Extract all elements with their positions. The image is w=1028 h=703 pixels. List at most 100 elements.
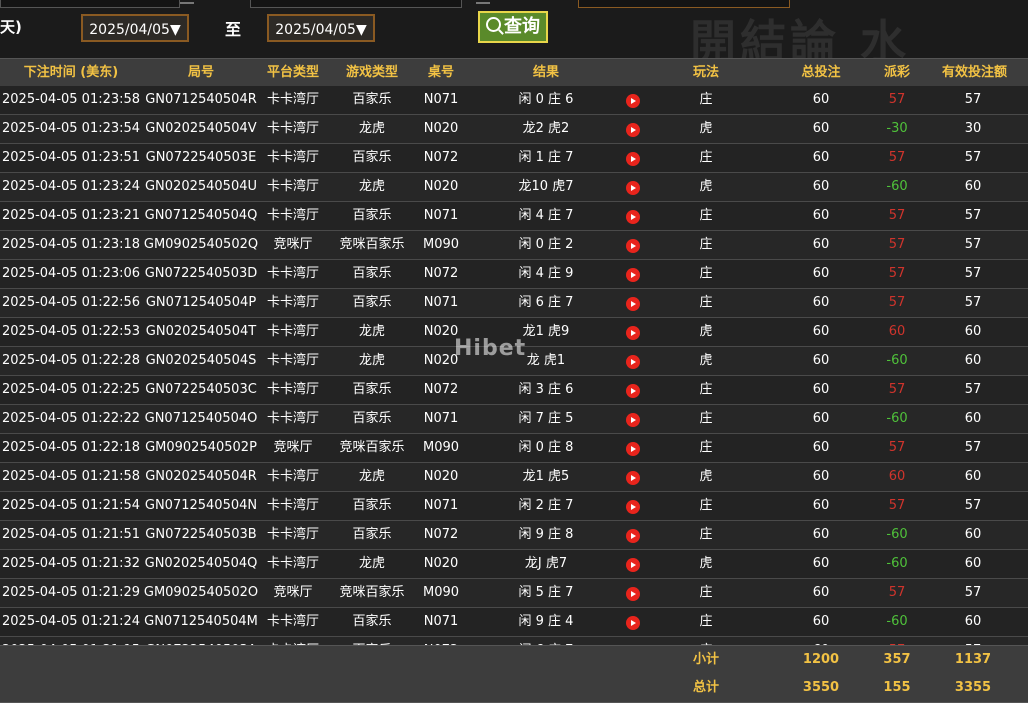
row-result: 闲 9 庄 8 [518,527,574,542]
col-header-round[interactable]: 局号 [142,59,260,87]
table-row: 2025-04-05 01:21:54 GN0712540504N 卡卡湾厅 百家乐 N… [0,492,1028,521]
col-header-platform[interactable]: 平台类型 [262,59,324,87]
row-total-bet: 60 [812,92,830,107]
row-bet-side: 庄 [699,150,713,165]
row-time: 2025-04-05 01:21:29 [2,585,141,600]
row-bet-side: 庄 [699,498,713,513]
row-payout: 57 [888,498,906,513]
row-game-type: 百家乐 [352,382,392,397]
row-platform: 卡卡湾厅 [266,556,319,571]
row-valid-bet: 30 [964,121,982,136]
row-valid-bet: 60 [964,179,982,194]
table-row: 2025-04-05 01:21:58 GN0202540504R 卡卡湾厅 龙虎 N0… [0,463,1028,492]
col-header-payout[interactable]: 派彩 [866,59,928,87]
subtotal-total: 1200 [802,652,840,667]
top-field-middle[interactable] [250,0,462,8]
play-icon [626,500,640,514]
row-result: 闲 3 庄 6 [518,382,574,397]
col-header-total[interactable]: 总投注 [790,59,852,87]
row-total-bet: 60 [812,382,830,397]
row-game-type: 龙虎 [358,324,385,339]
row-result: 闲 5 庄 7 [518,585,574,600]
row-round-id: GN0712540504M [144,614,258,629]
row-valid-bet: 57 [964,237,982,252]
row-result: 闲 6 庄 7 [518,295,574,310]
row-round-id: GN0202540504U [144,179,258,194]
row-game-type: 龙虎 [358,353,385,368]
col-header-result[interactable]: 结果 [496,59,596,87]
table-row: 2025-04-05 01:22:56 GN0712540504P 卡卡湾厅 百家乐 N… [0,289,1028,318]
row-valid-bet: 60 [964,614,982,629]
row-time: 2025-04-05 01:23:54 [2,121,141,136]
row-game-type: 百家乐 [352,266,392,281]
row-table-no: M090 [422,585,460,600]
row-total-bet: 60 [812,150,830,165]
row-table-no: N072 [423,266,459,281]
query-button[interactable]: 查询 [478,11,548,43]
row-result: 龙1 虎5 [522,469,570,484]
play-icon [626,297,640,311]
row-platform: 卡卡湾厅 [266,179,319,194]
row-table-no: N072 [423,150,459,165]
col-header-table[interactable]: 桌号 [415,59,467,87]
row-time: 2025-04-05 01:23:18 [2,237,141,252]
row-time: 2025-04-05 01:23:51 [2,150,141,165]
row-time: 2025-04-05 01:23:06 [2,266,141,281]
row-total-bet: 60 [812,324,830,339]
row-time: 2025-04-05 01:22:18 [2,440,141,455]
row-time: 2025-04-05 01:23:24 [2,179,141,194]
row-round-id: GN0202540504T [145,324,257,339]
row-payout: 57 [888,382,906,397]
play-icon [626,558,640,572]
top-field-left[interactable] [0,0,180,8]
end-date-select[interactable]: 2025/04/05▼ [267,14,375,42]
row-game-type: 竞咪百家乐 [339,585,405,600]
col-header-time[interactable]: 下注时间 (美东) [0,59,142,87]
row-valid-bet: 57 [964,150,982,165]
row-result: 闲 4 庄 9 [518,266,574,281]
row-time: 2025-04-05 01:23:58 [2,92,141,107]
play-icon [626,529,640,543]
row-valid-bet: 60 [964,556,982,571]
play-icon [626,616,640,630]
query-button-label: 查询 [504,16,540,37]
row-result: 龙10 虎7 [518,179,574,194]
row-bet-side: 虎 [699,469,713,484]
row-payout: 57 [888,92,906,107]
col-header-valid[interactable]: 有效投注额 [942,59,1007,87]
table-row: 2025-04-05 01:23:21 GN0712540504Q 卡卡湾厅 百家乐 N… [0,202,1028,231]
row-time: 2025-04-05 01:22:53 [2,324,141,339]
row-total-bet: 60 [812,469,830,484]
start-date-select[interactable]: 2025/04/05▼ [81,14,189,42]
row-payout: 57 [888,585,906,600]
row-table-no: M090 [422,237,460,252]
row-total-bet: 60 [812,556,830,571]
timezone-label: 天) [0,18,22,36]
table-header: 下注时间 (美东) 局号 平台类型 游戏类型 桌号 结果 玩法 总投注 派彩 有… [0,58,1028,88]
row-valid-bet: 60 [964,469,982,484]
grandtotal-valid: 3355 [954,680,992,695]
row-result: 闲 1 庄 7 [518,150,574,165]
col-header-game[interactable]: 游戏类型 [336,59,408,87]
grandtotal-row: 总计 3550 155 3355 [0,674,1028,703]
play-icon [626,181,640,195]
row-total-bet: 60 [812,237,830,252]
to-label: 至 [225,20,242,39]
row-round-id: GM0902540502P [145,440,257,455]
row-payout: 60 [888,469,906,484]
play-icon [626,384,640,398]
subtotal-payout: 357 [883,652,911,667]
row-payout: 57 [888,295,906,310]
row-platform: 卡卡湾厅 [266,614,319,629]
row-result: 闲 9 庄 4 [518,614,574,629]
row-valid-bet: 60 [964,411,982,426]
row-round-id: GN0202540504V [145,121,257,136]
row-bet-side: 虎 [699,353,713,368]
row-bet-side: 虎 [699,179,713,194]
row-payout: 60 [888,324,906,339]
play-icon [626,94,640,108]
col-header-bet[interactable]: 玩法 [676,59,736,87]
row-table-no: M090 [422,440,460,455]
play-icon [626,413,640,427]
row-platform: 竞咪厅 [273,237,313,252]
